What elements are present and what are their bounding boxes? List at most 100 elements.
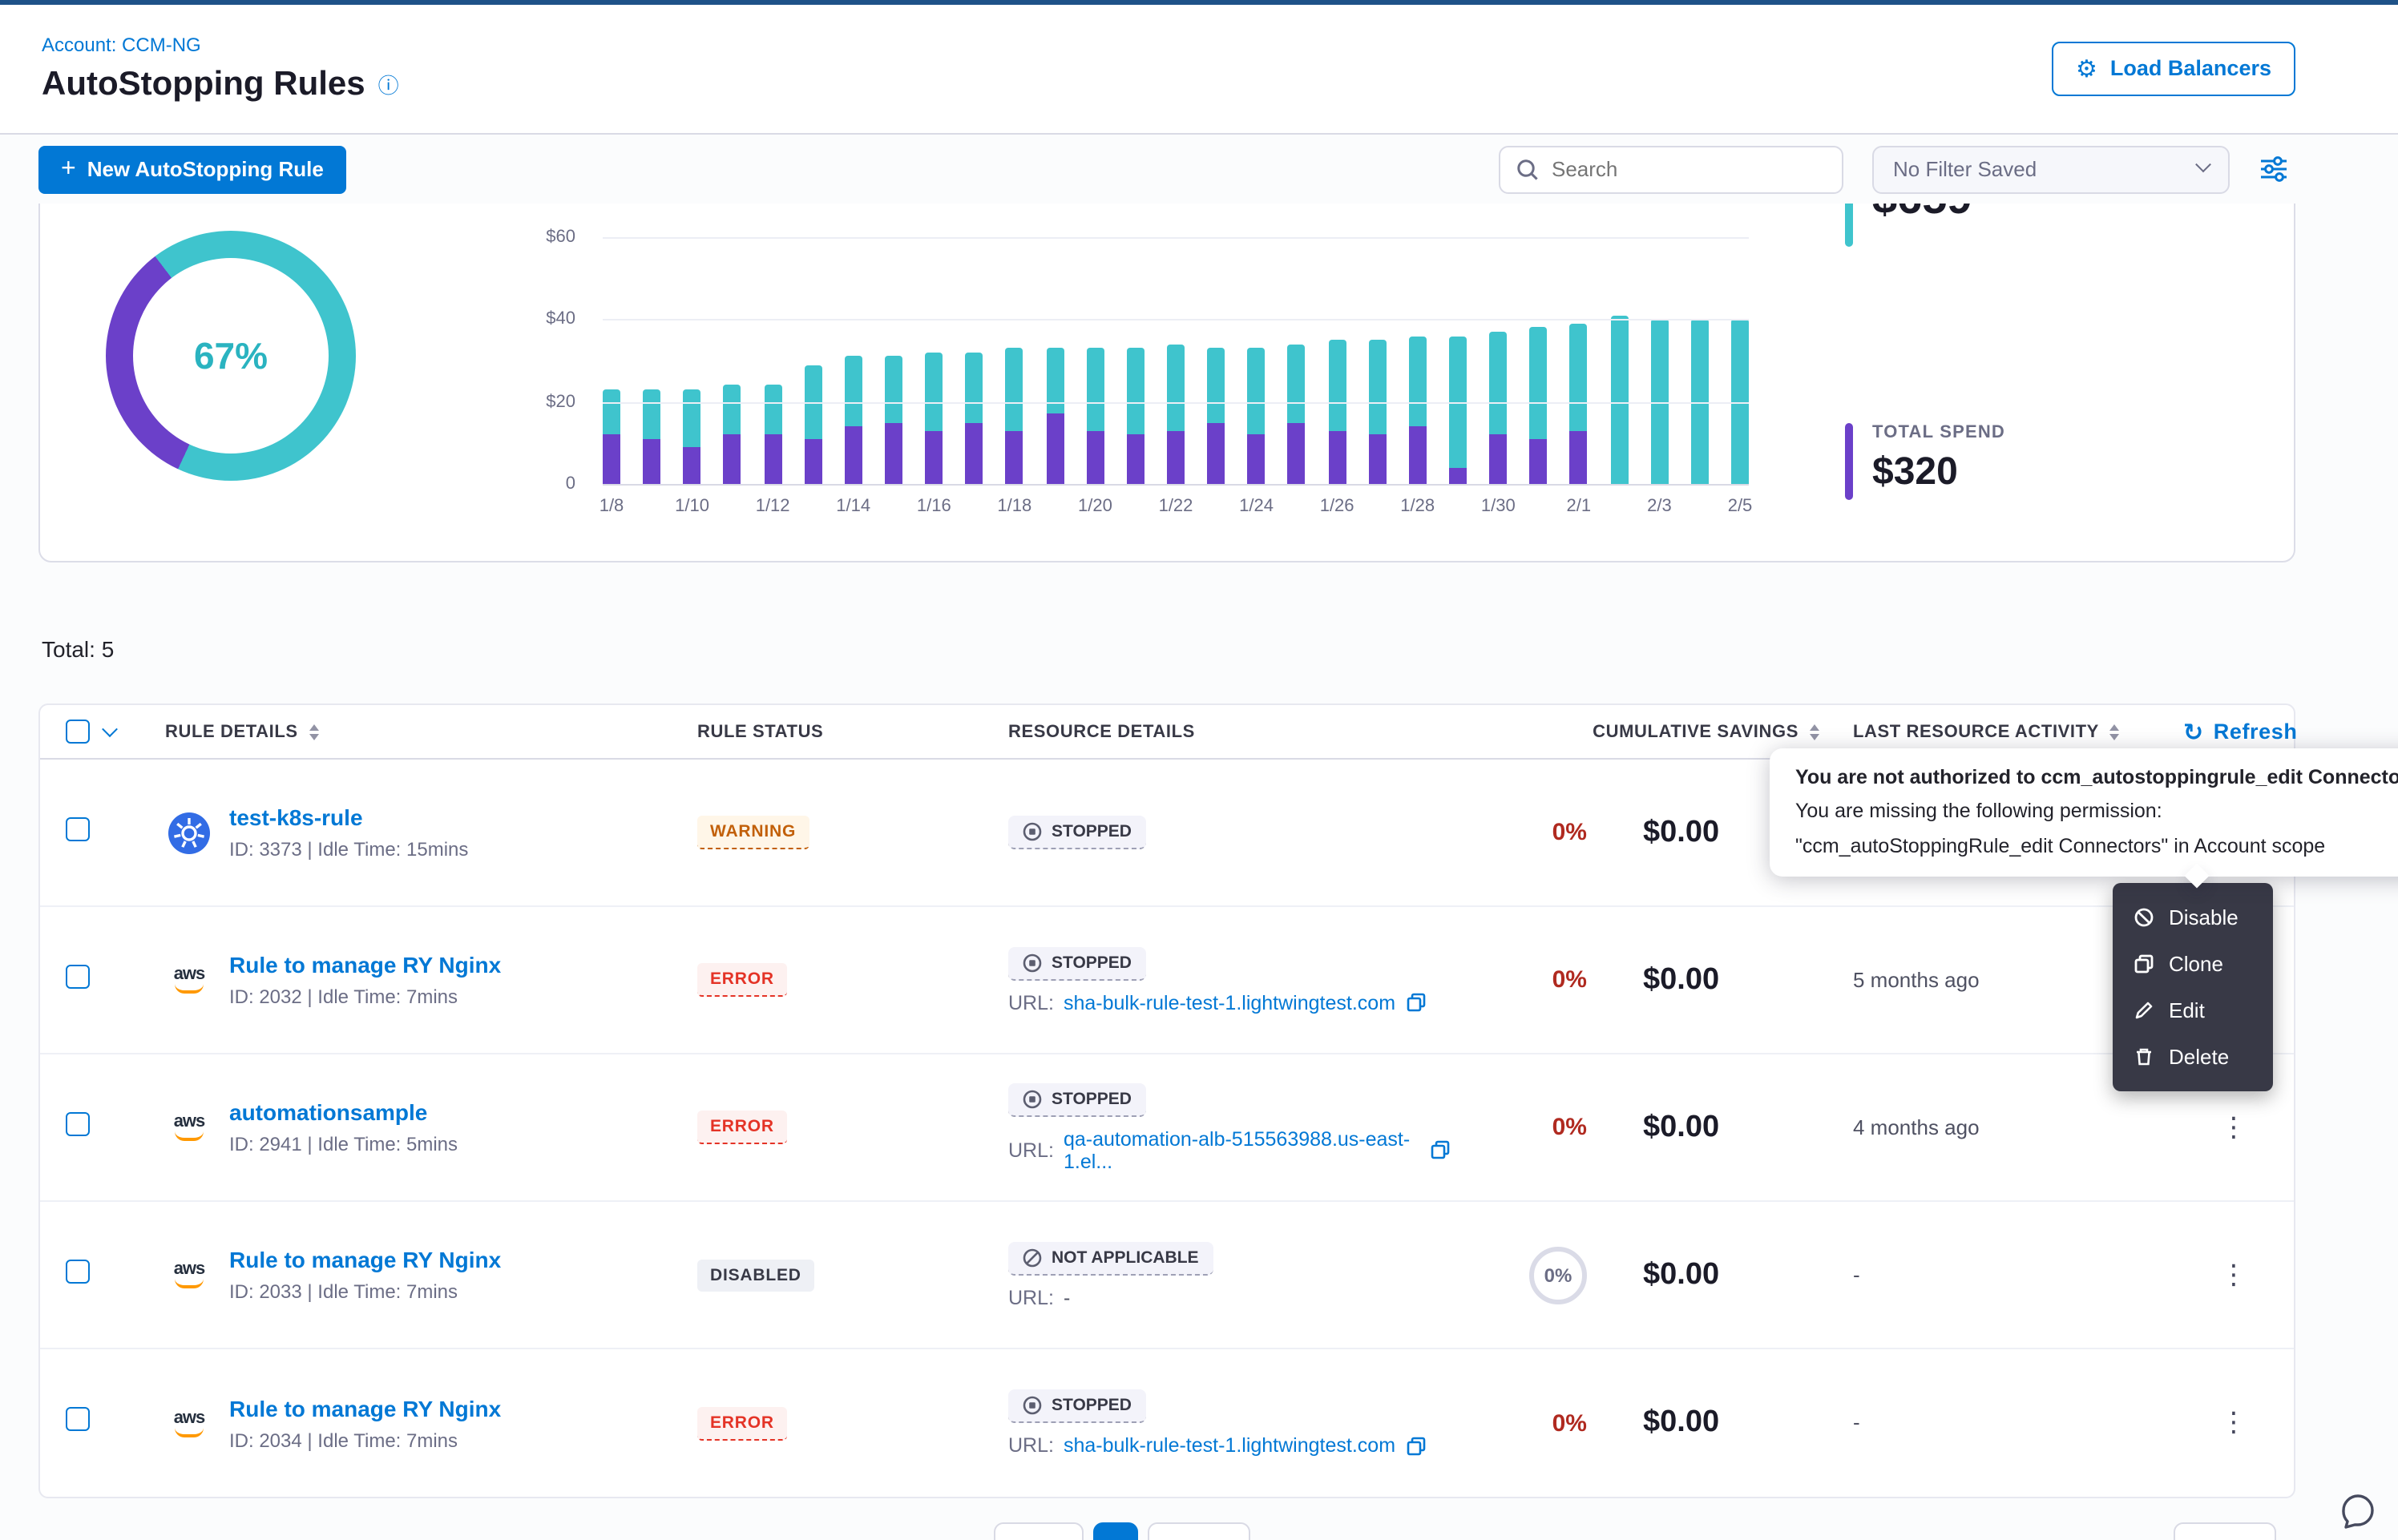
page-size-select[interactable] xyxy=(2174,1522,2276,1540)
bar xyxy=(603,389,620,484)
savings-amount: $0.00 xyxy=(1643,1405,1719,1441)
sort-icon[interactable] xyxy=(309,724,319,740)
kebab-menu-icon[interactable]: ⋮ xyxy=(2204,1105,2263,1150)
copy-icon[interactable] xyxy=(1405,1435,1426,1456)
resource-url-row: URL: sha-bulk-rule-test-1.lightwingtest.… xyxy=(1008,991,1426,1014)
x-tick-label: 1/24 xyxy=(1239,497,1274,516)
savings-amount: $0.00 xyxy=(1643,1257,1719,1292)
resource-url-link[interactable]: - xyxy=(1064,1286,1070,1308)
bar xyxy=(845,357,862,484)
menu-item-edit[interactable]: Edit xyxy=(2113,987,2273,1034)
rule-status-badge[interactable]: WARNING xyxy=(697,816,809,849)
savings-segment xyxy=(764,385,781,435)
x-tick-label: 2/1 xyxy=(1567,497,1592,516)
row-checkbox[interactable] xyxy=(66,1259,90,1283)
menu-item-disable[interactable]: Disable xyxy=(2113,894,2273,941)
saved-filter-dropdown[interactable]: No Filter Saved xyxy=(1872,145,2230,193)
total-spend-legend: TOTAL SPEND $320 xyxy=(1845,423,2005,500)
savings-segment xyxy=(1368,340,1386,434)
bar xyxy=(966,353,983,484)
aws-icon: aws xyxy=(168,1409,210,1437)
info-icon[interactable]: ⓘ xyxy=(378,69,399,99)
page-header: Account: CCM-NG AutoStopping Rules ⓘ ⚙ L… xyxy=(0,5,2398,135)
rule-name-link[interactable]: Rule to manage RY Nginx xyxy=(229,1395,501,1421)
savings-segment xyxy=(1409,336,1427,426)
pagination-current-page[interactable] xyxy=(1093,1522,1138,1540)
gridline xyxy=(603,484,1749,486)
rule-status-badge[interactable]: DISABLED xyxy=(697,1259,814,1291)
stopped-icon xyxy=(1023,822,1042,841)
account-link[interactable]: Account: CCM-NG xyxy=(42,33,399,55)
bar xyxy=(1086,349,1104,484)
tooltip-line-1: You are not authorized to ccm_autostoppi… xyxy=(1795,761,2398,796)
resource-state-badge[interactable]: STOPPED xyxy=(1008,1082,1146,1116)
sort-icon[interactable] xyxy=(1810,724,1819,740)
spend-segment xyxy=(1046,414,1064,484)
spend-savings-bar-chart: 1/81/101/121/141/161/181/201/221/241/261… xyxy=(603,237,1749,484)
row-checkbox[interactable] xyxy=(66,964,90,988)
header-cumulative-savings[interactable]: CUMULATIVE SAVINGS xyxy=(1451,722,1853,741)
copy-icon[interactable] xyxy=(1430,1139,1451,1160)
bar xyxy=(1046,349,1064,484)
table-row[interactable]: aws Rule to manage RY Nginx ID: 2034 | I… xyxy=(40,1349,2294,1497)
kebab-menu-icon[interactable]: ⋮ xyxy=(2204,1252,2263,1297)
stopped-icon xyxy=(1023,1396,1042,1415)
resource-url-link[interactable]: sha-bulk-rule-test-1.lightwingtest.com xyxy=(1064,1434,1395,1457)
rule-name-link[interactable]: automationsample xyxy=(229,1099,458,1125)
y-tick-label: 0 xyxy=(566,474,575,494)
row-checkbox[interactable] xyxy=(66,1111,90,1135)
select-all-checkbox[interactable] xyxy=(66,720,90,744)
spend-segment xyxy=(684,447,701,484)
load-balancers-button[interactable]: ⚙ Load Balancers xyxy=(2052,41,2295,95)
resource-state-badge[interactable]: NOT APPLICABLE xyxy=(1008,1241,1213,1275)
pagination-next-button[interactable] xyxy=(1148,1522,1250,1540)
filter-sliders-icon[interactable] xyxy=(2259,154,2289,184)
spend-segment xyxy=(724,434,741,484)
chat-support-icon[interactable] xyxy=(2337,1490,2379,1532)
rule-name-link[interactable]: Rule to manage RY Nginx xyxy=(229,952,501,978)
resource-url-link[interactable]: qa-automation-alb-515563988.us-east-1.el… xyxy=(1064,1127,1420,1172)
refresh-button[interactable]: ↻ Refresh xyxy=(2183,717,2298,746)
rule-status-badge[interactable]: ERROR xyxy=(697,1111,787,1144)
savings-segment xyxy=(1328,340,1346,430)
bulk-select-chevron-icon[interactable] xyxy=(102,721,118,737)
spend-segment xyxy=(804,439,822,484)
new-autostopping-rule-button[interactable]: + New AutoStopping Rule xyxy=(38,145,346,193)
pagination-prev-button[interactable] xyxy=(994,1522,1084,1540)
search-box[interactable] xyxy=(1499,145,1843,193)
menu-item-clone[interactable]: Clone xyxy=(2113,941,2273,987)
header-rule-details[interactable]: RULE DETAILS xyxy=(165,722,697,741)
row-checkbox[interactable] xyxy=(66,1407,90,1431)
table-row[interactable]: aws Rule to manage RY Nginx ID: 2032 | I… xyxy=(40,907,2294,1054)
resource-state-badge[interactable]: STOPPED xyxy=(1008,946,1146,980)
table-row[interactable]: aws Rule to manage RY Nginx ID: 2033 | I… xyxy=(40,1202,2294,1349)
sort-icon[interactable] xyxy=(2110,724,2120,740)
header-last-resource-activity[interactable]: LAST RESOURCE ACTIVITY xyxy=(1853,722,2174,741)
rule-meta: ID: 2032 | Idle Time: 7mins xyxy=(229,986,501,1008)
savings-percentage: 67% xyxy=(133,258,329,454)
copy-icon[interactable] xyxy=(1405,992,1426,1013)
kebab-menu-icon[interactable]: ⋮ xyxy=(2204,1401,2263,1445)
resource-state-badge[interactable]: STOPPED xyxy=(1008,1389,1146,1423)
savings-amount: $0.00 xyxy=(1643,1110,1719,1145)
row-checkbox[interactable] xyxy=(66,816,90,841)
spend-segment xyxy=(966,422,983,484)
table-row[interactable]: aws automationsample ID: 2941 | Idle Tim… xyxy=(40,1054,2294,1202)
rule-name-link[interactable]: Rule to manage RY Nginx xyxy=(229,1247,501,1272)
rule-status-badge[interactable]: ERROR xyxy=(697,963,787,997)
savings-segment xyxy=(1288,344,1306,422)
resource-url-link[interactable]: sha-bulk-rule-test-1.lightwingtest.com xyxy=(1064,991,1395,1014)
rule-name-link[interactable]: test-k8s-rule xyxy=(229,804,468,830)
savings-segment xyxy=(603,389,620,434)
bar xyxy=(1610,316,1628,484)
resource-state-badge[interactable]: STOPPED xyxy=(1008,816,1146,849)
rule-status-badge[interactable]: ERROR xyxy=(697,1406,787,1440)
menu-item-delete[interactable]: Delete xyxy=(2113,1034,2273,1080)
y-axis-labels: $60$40$200 xyxy=(515,237,588,484)
spend-segment xyxy=(1409,426,1427,484)
search-input[interactable] xyxy=(1552,157,1808,181)
savings-donut: 67% xyxy=(106,231,356,481)
savings-percent: 0% xyxy=(1451,1246,1587,1304)
spend-segment xyxy=(1529,439,1547,484)
spend-segment xyxy=(845,426,862,484)
